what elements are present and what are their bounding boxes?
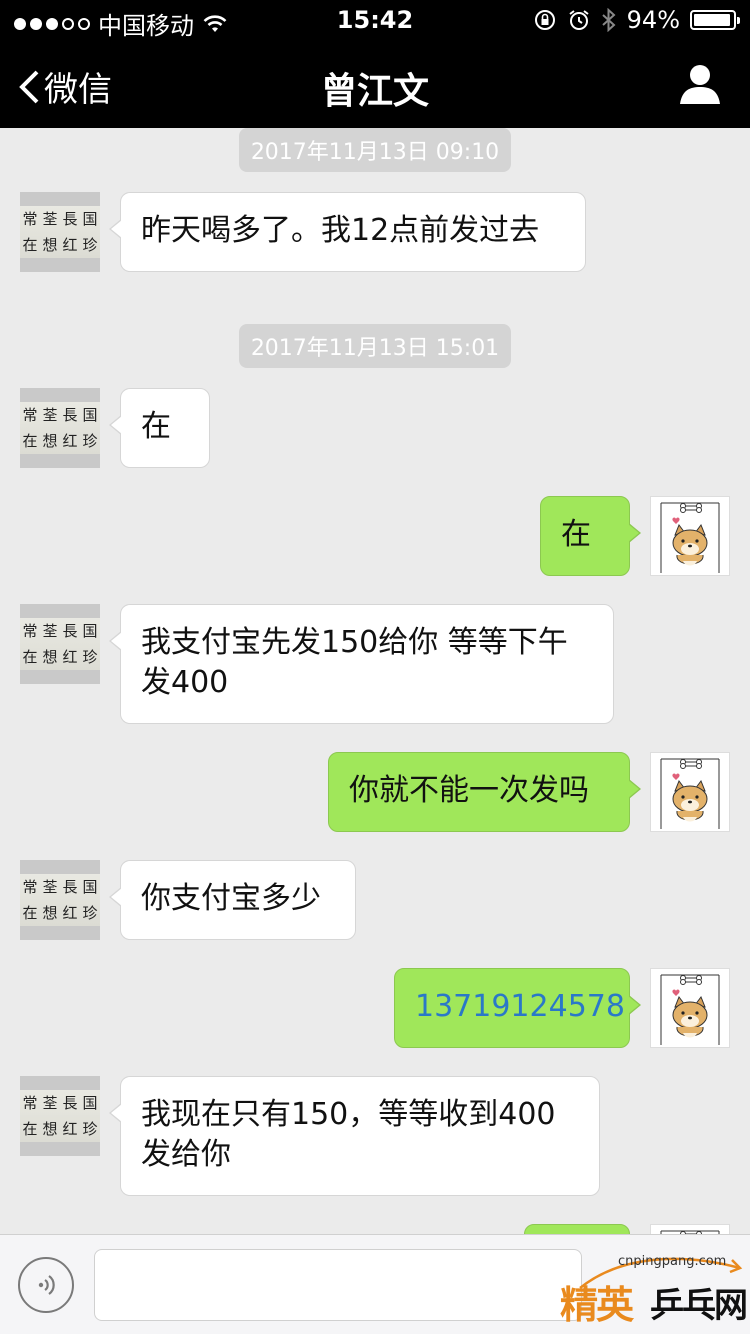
shiba-dog-avatar-icon xyxy=(651,1225,729,1234)
voice-input-button[interactable] xyxy=(18,1257,74,1313)
calligraphy-character: 珍 xyxy=(82,647,98,666)
watermark-main-text: 精英 xyxy=(560,1282,634,1327)
calligraphy-character: 想 xyxy=(42,647,58,666)
calligraphy-character: 珍 xyxy=(82,1119,98,1138)
rotation-lock-icon xyxy=(534,10,555,30)
battery-icon xyxy=(690,10,740,30)
calligraphy-character: 常 xyxy=(22,621,38,640)
calligraphy-character: 想 xyxy=(42,235,58,254)
my-avatar[interactable] xyxy=(650,496,730,576)
calligraphy-character: 長 xyxy=(62,877,78,896)
calligraphy-character: 在 xyxy=(22,647,38,666)
watermark-url: cnpingpang.com xyxy=(618,1254,727,1269)
watermark-sub-text: 乒乓网 xyxy=(650,1286,748,1326)
calligraphy-character: 長 xyxy=(62,621,78,640)
calligraphy-character: 珍 xyxy=(82,235,98,254)
calligraphy-character: 長 xyxy=(62,209,78,228)
message-list[interactable]: 2017年11月13日 09:10 常荃長国在想红珍 昨天喝多了。我12点前发过… xyxy=(0,128,750,1234)
calligraphy-character: 珍 xyxy=(82,903,98,922)
calligraphy-character: 常 xyxy=(22,405,38,424)
incoming-message[interactable]: 我现在只有150，等等收到400发给你 xyxy=(109,1076,600,1196)
outgoing-message-partial[interactable] xyxy=(524,1224,630,1234)
status-bar: 中国移动 15:42 94% xyxy=(0,0,750,40)
calligraphy-character: 红 xyxy=(62,235,78,254)
my-avatar[interactable] xyxy=(650,1224,730,1234)
contact-avatar[interactable]: 常荃長国在想红珍 xyxy=(20,860,100,940)
chat-title: 曾江文 xyxy=(320,71,429,112)
shiba-dog-avatar-icon xyxy=(651,497,729,575)
calligraphy-character: 荃 xyxy=(42,621,58,640)
incoming-message[interactable]: 在 xyxy=(109,388,210,468)
calligraphy-character: 红 xyxy=(62,647,78,666)
calligraphy-character: 国 xyxy=(82,1093,98,1112)
calligraphy-character: 想 xyxy=(42,431,58,450)
contact-profile-icon[interactable] xyxy=(678,62,722,106)
calligraphy-character: 在 xyxy=(22,431,38,450)
calligraphy-character: 長 xyxy=(62,405,78,424)
calligraphy-character: 在 xyxy=(22,235,38,254)
calligraphy-image: 常荃長国在想红珍 xyxy=(20,874,100,926)
calligraphy-character: 红 xyxy=(62,903,78,922)
contact-avatar[interactable]: 常荃長国在想红珍 xyxy=(20,1076,100,1156)
battery-percent: 94% xyxy=(626,6,680,34)
calligraphy-character: 国 xyxy=(82,405,98,424)
calligraphy-character: 红 xyxy=(62,431,78,450)
voice-wave-icon xyxy=(38,1275,55,1295)
navigation-bar: 微信 曾江文 xyxy=(0,40,750,128)
my-avatar[interactable] xyxy=(650,752,730,832)
calligraphy-character: 荃 xyxy=(42,877,58,896)
calligraphy-image: 常荃長国在想红珍 xyxy=(20,1090,100,1142)
contact-avatar[interactable]: 常荃長国在想红珍 xyxy=(20,388,100,468)
phone-number-link[interactable]: 13719124578 xyxy=(415,989,625,1024)
calligraphy-character: 在 xyxy=(22,1119,38,1138)
contact-avatar[interactable]: 常荃長国在想红珍 xyxy=(20,192,100,272)
calligraphy-character: 红 xyxy=(62,1119,78,1138)
calligraphy-character: 珍 xyxy=(82,431,98,450)
calligraphy-character: 国 xyxy=(82,209,98,228)
outgoing-message[interactable]: 13719124578 xyxy=(394,968,641,1048)
alarm-icon xyxy=(569,10,589,30)
incoming-message[interactable]: 昨天喝多了。我12点前发过去 xyxy=(109,192,586,272)
calligraphy-character: 荃 xyxy=(42,209,58,228)
shiba-dog-avatar-icon xyxy=(651,753,729,831)
calligraphy-image: 常荃長国在想红珍 xyxy=(20,618,100,670)
calligraphy-character: 常 xyxy=(22,877,38,896)
calligraphy-character: 長 xyxy=(62,1093,78,1112)
calligraphy-character: 常 xyxy=(22,1093,38,1112)
timestamp: 2017年11月13日 15:01 xyxy=(0,324,750,368)
shiba-dog-avatar-icon xyxy=(651,969,729,1047)
bluetooth-icon xyxy=(601,8,616,32)
incoming-message[interactable]: 你支付宝多少 xyxy=(109,860,356,940)
timestamp: 2017年11月13日 09:10 xyxy=(0,128,750,172)
outgoing-message[interactable]: 你就不能一次发吗 xyxy=(328,752,641,832)
calligraphy-image: 常荃長国在想红珍 xyxy=(20,206,100,258)
message-input[interactable] xyxy=(94,1249,582,1321)
status-right: 94% xyxy=(533,6,740,34)
calligraphy-character: 在 xyxy=(22,903,38,922)
chat-screen: 中国移动 15:42 94% 微信 曾江文 2017年11月13日 09:10 … xyxy=(0,0,750,1334)
my-avatar[interactable] xyxy=(650,968,730,1048)
calligraphy-character: 常 xyxy=(22,209,38,228)
site-watermark: cnpingpang.com 精英 乒乓网 xyxy=(560,1248,748,1330)
calligraphy-image: 常荃長国在想红珍 xyxy=(20,402,100,454)
calligraphy-character: 荃 xyxy=(42,1093,58,1112)
calligraphy-character: 想 xyxy=(42,903,58,922)
calligraphy-character: 国 xyxy=(82,877,98,896)
calligraphy-character: 荃 xyxy=(42,405,58,424)
calligraphy-character: 国 xyxy=(82,621,98,640)
calligraphy-character: 想 xyxy=(42,1119,58,1138)
contact-avatar[interactable]: 常荃長国在想红珍 xyxy=(20,604,100,684)
outgoing-message[interactable]: 在 xyxy=(540,496,641,576)
incoming-message[interactable]: 我支付宝先发150给你 等等下午发400 xyxy=(109,604,614,724)
